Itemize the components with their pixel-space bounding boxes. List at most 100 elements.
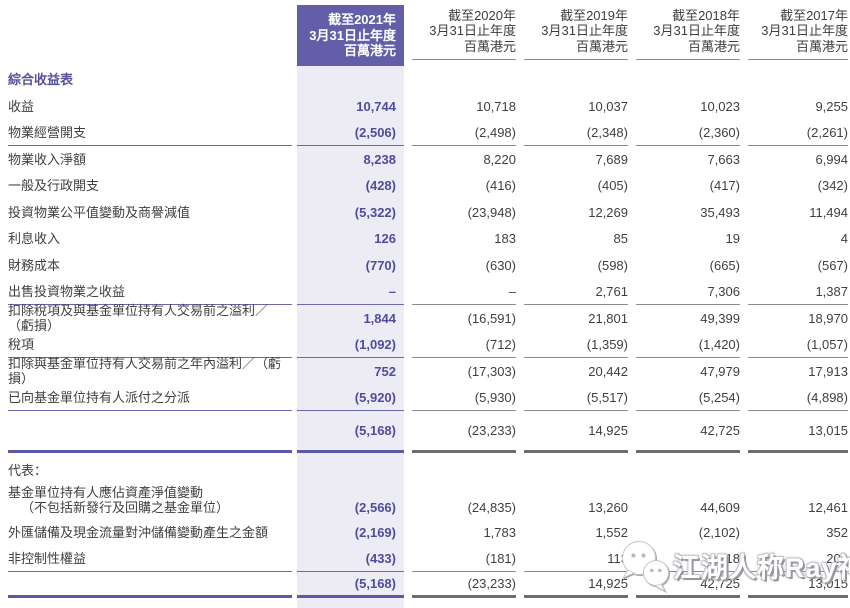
table-row: 已向基金單位持有人派付之分派(5,920)(5,930)(5,517)(5,25… (0, 385, 848, 412)
value-fy2021: (1,092) (297, 332, 404, 359)
table-row: 利息收入12618385194 (0, 226, 848, 253)
value-fy2019: 14,925 (524, 572, 628, 598)
column-header-fy2017: 截至2017年3月31日止年度百萬港元 (748, 5, 848, 60)
row-label: 扣除與基金單位持有人交易前之年內溢利／（虧損） (8, 358, 292, 385)
value-fy2017: 11,494 (748, 199, 848, 226)
row-label: 一般及行政開支 (8, 173, 292, 200)
value-fy2019: (2,348) (524, 120, 628, 147)
row-label-line-2: （不包括新發行及回購之基金單位） (8, 500, 229, 515)
value-fy2017: 17,913 (748, 358, 848, 385)
row-label-line: 財務成本 (8, 258, 60, 273)
row-label-line: 利息收入 (8, 231, 60, 246)
value-fy2019: 2,761 (524, 279, 628, 306)
table-row: 投資物業公平值變動及商譽減值(5,322)(23,948)12,26935,49… (0, 199, 848, 226)
column-header-line: 百萬港元 (464, 39, 516, 55)
value-fy2018: 35,493 (636, 199, 740, 226)
table-row: 收益10,74410,71810,03710,0239,255 (0, 93, 848, 120)
value-fy2018: 7,306 (636, 279, 740, 306)
value-fy2020: 183 (412, 226, 516, 253)
value-fy2017: (4,898) (748, 385, 848, 412)
row-label: 稅項 (8, 332, 292, 359)
row-label-line: 物業經營開支 (8, 125, 86, 140)
column-header-line: 3月31日止年度 (653, 23, 740, 39)
value-fy2018: (665) (636, 252, 740, 279)
table-row: 扣除稅項及與基金單位持有人交易前之溢利／（虧損）1,844(16,591)21,… (0, 305, 848, 332)
value-fy2018: 10,023 (636, 93, 740, 120)
value-fy2021: (433) (297, 546, 404, 573)
row-label-line: 非控制性權益 (8, 551, 86, 566)
value-fy2018: 47,979 (636, 358, 740, 385)
income-statement-table: 綜合收益表收益10,74410,71810,03710,0239,255物業經營… (0, 66, 850, 598)
value-fy2021: (5,168) (297, 572, 404, 598)
row-label (8, 411, 292, 453)
value-fy2021: (2,506) (297, 120, 404, 147)
column-header-line: 3月31日止年度 (429, 23, 516, 39)
value-fy2020: 10,718 (412, 93, 516, 120)
value-fy2021: (428) (297, 173, 404, 200)
table-header-row: 截至2021年3月31日止年度百萬港元截至2020年3月31日止年度百萬港元截至… (0, 5, 850, 66)
row-label: 收益 (8, 93, 292, 120)
row-label-line: 出售投資物業之收益 (8, 284, 125, 299)
value-fy2019: 13,260 (524, 487, 628, 519)
table-row: 物業收入淨額8,2388,2207,6897,6636,994 (0, 146, 848, 173)
value-fy2020: (23,233) (412, 411, 516, 453)
value-fy2019: 7,689 (524, 146, 628, 173)
value-fy2020: – (412, 279, 516, 306)
value-fy2020: (712) (412, 332, 516, 359)
row-label: 物業經營開支 (8, 120, 292, 147)
value-fy2020: (24,835) (412, 487, 516, 519)
table-row: 物業經營開支(2,506)(2,498)(2,348)(2,360)(2,261… (0, 120, 848, 147)
value-fy2020: (630) (412, 252, 516, 279)
value-fy2018: (417) (636, 173, 740, 200)
value-fy2021: (2,566) (297, 487, 404, 519)
column-header-line: 截至2021年 (328, 12, 396, 28)
row-label: 基金單位持有人應佔資產淨值變動（不包括新發行及回購之基金單位） (8, 487, 292, 519)
value-fy2019: (1,359) (524, 332, 628, 359)
row-label-line: 代表： (8, 463, 47, 478)
value-fy2019: 85 (524, 226, 628, 253)
row-label: 已向基金單位持有人派付之分派 (8, 385, 292, 412)
row-label: 非控制性權益 (8, 546, 292, 573)
value-fy2018: (5,254) (636, 385, 740, 412)
value-fy2017: 1,387 (748, 279, 848, 306)
column-header-fy2020: 截至2020年3月31日止年度百萬港元 (412, 5, 516, 60)
header-label-spacer (8, 5, 292, 66)
value-fy2019: 1,552 (524, 519, 628, 546)
value-fy2017: 9,255 (748, 93, 848, 120)
value-fy2018: (2,360) (636, 120, 740, 147)
value-fy2017: (1,057) (748, 332, 848, 359)
row-label-line: 基金單位持有人應佔資產淨值變動 (8, 485, 203, 500)
value-fy2019: 10,037 (524, 93, 628, 120)
value-fy2021: (5,168) (297, 411, 404, 453)
column-header-line: 百萬港元 (344, 43, 396, 59)
value-fy2020: (181) (412, 546, 516, 573)
column-header-line: 3月31日止年度 (309, 28, 396, 44)
row-label-line: 已向基金單位持有人派付之分派 (8, 390, 190, 405)
row-label: 扣除稅項及與基金單位持有人交易前之溢利／（虧損） (8, 305, 292, 332)
value-fy2021: 8,238 (297, 146, 404, 173)
value-fy2020: (416) (412, 173, 516, 200)
value-fy2017: 12,461 (748, 487, 848, 519)
value-fy2019: (5,517) (524, 385, 628, 412)
watermark: 江湖人称Ray神 (615, 536, 850, 594)
value-fy2018: 7,663 (636, 146, 740, 173)
table-row: 一般及行政開支(428)(416)(405)(417)(342) (0, 173, 848, 200)
value-fy2017: 18,970 (748, 305, 848, 332)
value-fy2021: (770) (297, 252, 404, 279)
table-row: 代表： (0, 453, 848, 487)
value-fy2017: (2,261) (748, 120, 848, 147)
row-label-line: 投資物業公平值變動及商譽減值 (8, 205, 190, 220)
row-label: 投資物業公平值變動及商譽減值 (8, 199, 292, 226)
value-fy2021: – (297, 279, 404, 306)
value-fy2019: 20,442 (524, 358, 628, 385)
row-label: 代表： (8, 453, 292, 487)
value-fy2020: (5,930) (412, 385, 516, 412)
row-label: 財務成本 (8, 252, 292, 279)
value-fy2021: (5,322) (297, 199, 404, 226)
column-header-line: 百萬港元 (688, 39, 740, 55)
value-fy2019: 14,925 (524, 411, 628, 453)
row-label: 物業收入淨額 (8, 146, 292, 173)
value-fy2019: 12,269 (524, 199, 628, 226)
column-header-line: 3月31日止年度 (761, 23, 848, 39)
column-header-line: 百萬港元 (796, 39, 848, 55)
